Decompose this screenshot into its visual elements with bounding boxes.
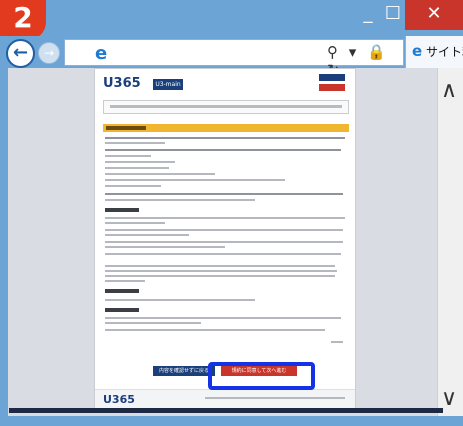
- article-heading: [105, 308, 139, 312]
- forward-arrow-icon[interactable]: →: [38, 42, 60, 64]
- terms-text-line: [105, 217, 345, 219]
- footer-bar: [9, 408, 443, 413]
- section-heading: [103, 124, 349, 132]
- title-bar: _ ☐ ✕: [0, 0, 463, 36]
- header-badge: U3-main: [153, 79, 183, 90]
- terms-text-line: [105, 161, 175, 163]
- notice-text: [110, 105, 342, 108]
- window-left-border: [0, 68, 8, 416]
- maximize-icon[interactable]: ☐: [380, 0, 406, 30]
- terms-text-line: [105, 299, 255, 301]
- ie-tab-icon: e: [412, 42, 423, 60]
- tab-label: サイト利用: [426, 45, 463, 59]
- terms-text-line: [105, 167, 169, 169]
- terms-text-line: [105, 185, 161, 187]
- terms-text-line: [105, 193, 343, 195]
- scroll-down-icon[interactable]: ∨: [441, 386, 457, 411]
- scrollbar[interactable]: [437, 68, 463, 416]
- article-heading: [105, 289, 139, 293]
- close-icon[interactable]: ✕: [405, 0, 463, 30]
- terms-text-line: [105, 222, 165, 224]
- window-bottom-border: [0, 416, 463, 426]
- terms-text-line: [105, 317, 341, 319]
- terms-text-line: [105, 253, 341, 255]
- back-arrow-icon[interactable]: ←: [6, 39, 35, 68]
- terms-page: U365 U3-main 内容を確認せずに戻る 規約に同意して次へ進む U365: [9, 68, 443, 413]
- notice-box: [103, 100, 349, 114]
- terms-text-line: [105, 234, 189, 236]
- terms-text-line: [105, 329, 325, 331]
- terms-text-line: [105, 280, 145, 282]
- terms-text-line: [105, 137, 345, 139]
- back-without-checking-button[interactable]: 内容を確認せずに戻る: [153, 366, 215, 376]
- terms-text-line: [105, 149, 341, 151]
- footer-links[interactable]: [205, 397, 345, 399]
- site-logo[interactable]: U365: [103, 76, 141, 91]
- terms-text-line: [105, 199, 255, 201]
- tab-site-terms[interactable]: e サイト利用: [405, 36, 463, 68]
- ie-logo-icon: e: [95, 43, 108, 64]
- terms-text-line: [105, 155, 151, 157]
- page-footer: U365: [95, 389, 355, 409]
- terms-text-line: [105, 142, 165, 144]
- step-badge: 2: [0, 0, 46, 40]
- address-bar[interactable]: e ⚲ ▾ 🔒 ↻: [64, 39, 404, 79]
- agree-button-highlight: [208, 362, 315, 390]
- terms-text-line: [105, 322, 201, 324]
- header-button[interactable]: [319, 74, 345, 81]
- terms-text-line: [331, 341, 343, 343]
- article-heading: [105, 208, 139, 212]
- section-heading-text: [106, 126, 146, 130]
- terms-text-line: [105, 275, 335, 277]
- nav-bar: ← → e ⚲ ▾ 🔒 ↻ e サイト利用: [0, 36, 463, 79]
- terms-text-line: [105, 241, 343, 243]
- scroll-up-icon[interactable]: ∧: [441, 78, 457, 103]
- terms-text-line: [105, 265, 335, 267]
- header-button-red[interactable]: [319, 84, 345, 91]
- terms-text-line: [105, 179, 285, 181]
- terms-text-line: [105, 229, 343, 231]
- footer-logo[interactable]: U365: [103, 393, 135, 406]
- terms-text-line: [105, 270, 337, 272]
- terms-text-line: [105, 246, 225, 248]
- browser-window: _ ☐ ✕ 2 ← → e ⚲ ▾ 🔒 ↻ e サイト利用 ∧ ∨ U365 U…: [0, 0, 463, 426]
- terms-text-line: [105, 173, 215, 175]
